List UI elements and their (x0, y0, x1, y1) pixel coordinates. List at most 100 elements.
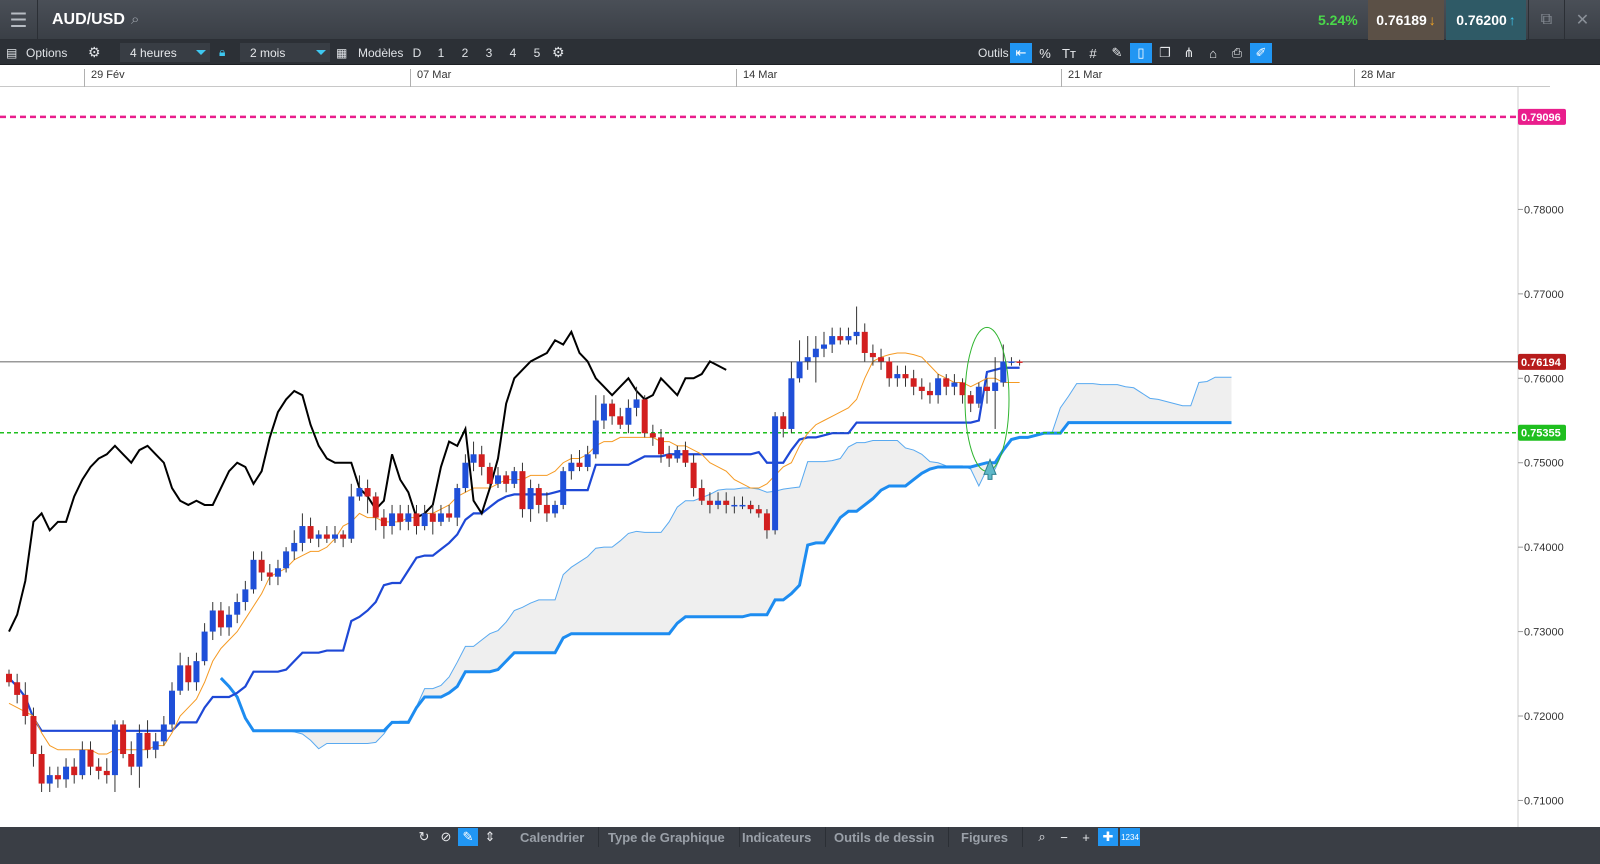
candle-body (46, 775, 53, 784)
refresh-icon[interactable]: ↻ (414, 828, 434, 846)
candle-body (935, 378, 942, 396)
candle-body (674, 450, 681, 459)
candle-body (372, 496, 379, 518)
instrument-symbol[interactable]: AUD/USD (52, 11, 125, 29)
windows-icon[interactable]: ❐ (1154, 43, 1176, 63)
period-select[interactable]: 2 mois (240, 43, 330, 62)
zoom-value-button[interactable]: 1234 (1120, 828, 1140, 846)
candle-body (552, 504, 559, 514)
candle-icon[interactable]: ▯ (1130, 43, 1152, 63)
print-icon[interactable]: ⎙ (1226, 43, 1248, 63)
hamburger-menu-icon[interactable]: ☰ (0, 0, 38, 40)
candle-body (63, 766, 70, 780)
buy-price-button[interactable]: 0.76200 ↑ (1446, 0, 1526, 40)
detach-window-icon[interactable]: ⧉ (1528, 0, 1564, 40)
search-icon[interactable]: ⌕ (131, 11, 139, 28)
close-icon[interactable]: ✕ (1564, 0, 1600, 40)
template-slot-5[interactable]: 5 (527, 43, 547, 62)
candle-body (511, 471, 518, 484)
candle-body (389, 513, 396, 527)
candle-body (658, 437, 664, 455)
zoom-in-icon[interactable]: + (1076, 828, 1096, 846)
candle-body (38, 754, 45, 784)
candle-body (103, 770, 110, 776)
candle-body (405, 513, 412, 522)
candle-body (796, 361, 803, 379)
tuning-fork-icon[interactable]: ⋔ (1178, 43, 1200, 63)
price-axis-tag-label: 0.75355 (1521, 428, 1561, 440)
tab-drawing-tools[interactable]: Outils de dessin (820, 827, 950, 847)
gear-icon[interactable]: ⚙ (88, 40, 101, 65)
lock-icon[interactable]: 🔒︎ (219, 40, 225, 65)
tab-indicators[interactable]: Indicateurs (728, 827, 827, 847)
y-tick-label: 0.76000 (1524, 373, 1564, 385)
tab-calendar[interactable]: Calendrier (506, 827, 600, 847)
candle-body (878, 357, 885, 362)
bottom-bar: ↻ ⊘ ✎ ⇕ Calendrier Type de Graphique Ind… (0, 827, 1600, 864)
candle-body (837, 336, 844, 341)
candle-body (853, 331, 860, 337)
candle-body (984, 386, 990, 391)
pen-icon[interactable]: ✎ (458, 828, 478, 846)
candle-body (918, 386, 925, 391)
sell-price: 0.76189 (1376, 12, 1427, 28)
zoom-search-icon[interactable]: ⌕ (1032, 828, 1052, 846)
candle-body (323, 534, 330, 539)
template-slot-2[interactable]: 2 (455, 43, 475, 62)
candle-body (951, 382, 958, 387)
zoom-out-icon[interactable]: − (1054, 828, 1074, 846)
candle-body (201, 631, 208, 662)
candle-body (14, 682, 21, 695)
candle-body (291, 542, 298, 552)
candle-body (332, 534, 338, 539)
tab-figures[interactable]: Figures (947, 827, 1023, 847)
candle-body (739, 504, 746, 507)
candle-body (234, 602, 241, 615)
text-size-icon[interactable]: Tт (1058, 43, 1080, 63)
crosshair-arrow-icon[interactable]: ⇤ (1010, 43, 1032, 63)
template-slot-1[interactable]: 1 (431, 43, 451, 62)
y-tick-label: 0.78000 (1524, 204, 1564, 216)
options-button[interactable]: Options (26, 40, 67, 65)
price-chart[interactable]: 0.78000 0.77000 0.76000 0.75000 0.74000 0.730… (0, 87, 1600, 830)
candle-body (641, 399, 648, 434)
candle-body (397, 513, 404, 522)
grid-icon[interactable]: # (1082, 43, 1104, 63)
candle-body (22, 694, 29, 717)
pencil-grid-icon[interactable]: ✎ (1106, 43, 1128, 63)
candle-body (869, 352, 876, 358)
candle-body (413, 513, 420, 527)
candle-body (829, 336, 836, 345)
y-tick-label: 0.72000 (1524, 711, 1564, 723)
sidebar-toggle-icon[interactable]: ▤ (6, 40, 17, 65)
templates-button[interactable]: Modèles (358, 40, 403, 65)
calendar-icon[interactable]: ▦ (336, 40, 347, 65)
price-axis-tag-label: 0.76194 (1521, 357, 1562, 369)
chart-canvas[interactable]: 0.78000 0.77000 0.76000 0.75000 0.74000 0.730… (0, 87, 1600, 830)
interval-select[interactable]: 4 heures (120, 43, 210, 62)
up-down-arrows-icon[interactable]: ⇕ (480, 828, 500, 846)
sell-price-button[interactable]: 0.76189 ↓ (1368, 0, 1444, 40)
candle-body (1008, 361, 1015, 363)
settings-ruler-icon[interactable]: ✐ (1250, 43, 1272, 63)
candle-body (633, 399, 640, 408)
candle-body (454, 488, 461, 518)
period-value: 2 mois (250, 45, 286, 60)
date-axis: 29 Fév 07 Mar 14 Mar 21 Mar 28 Mar (0, 65, 1550, 87)
tab-chart-type[interactable]: Type de Graphique (594, 827, 740, 847)
candle-body (87, 749, 94, 767)
template-gear-icon[interactable]: ⚙ (552, 40, 565, 65)
candle-body (144, 732, 151, 750)
no-entry-icon[interactable]: ⊘ (436, 828, 456, 846)
percent-icon[interactable]: % (1034, 43, 1056, 63)
candle-body (666, 454, 673, 459)
template-slot-4[interactable]: 4 (503, 43, 523, 62)
tag-icon[interactable]: ⌂ (1202, 43, 1224, 63)
template-slot-d[interactable]: D (407, 43, 427, 62)
crosshair-icon[interactable]: ✚ (1098, 828, 1118, 846)
candle-body (380, 517, 387, 527)
candle-body (226, 614, 233, 628)
template-slot-3[interactable]: 3 (479, 43, 499, 62)
candle-body (690, 462, 697, 489)
date-label: 14 Mar (736, 69, 777, 87)
